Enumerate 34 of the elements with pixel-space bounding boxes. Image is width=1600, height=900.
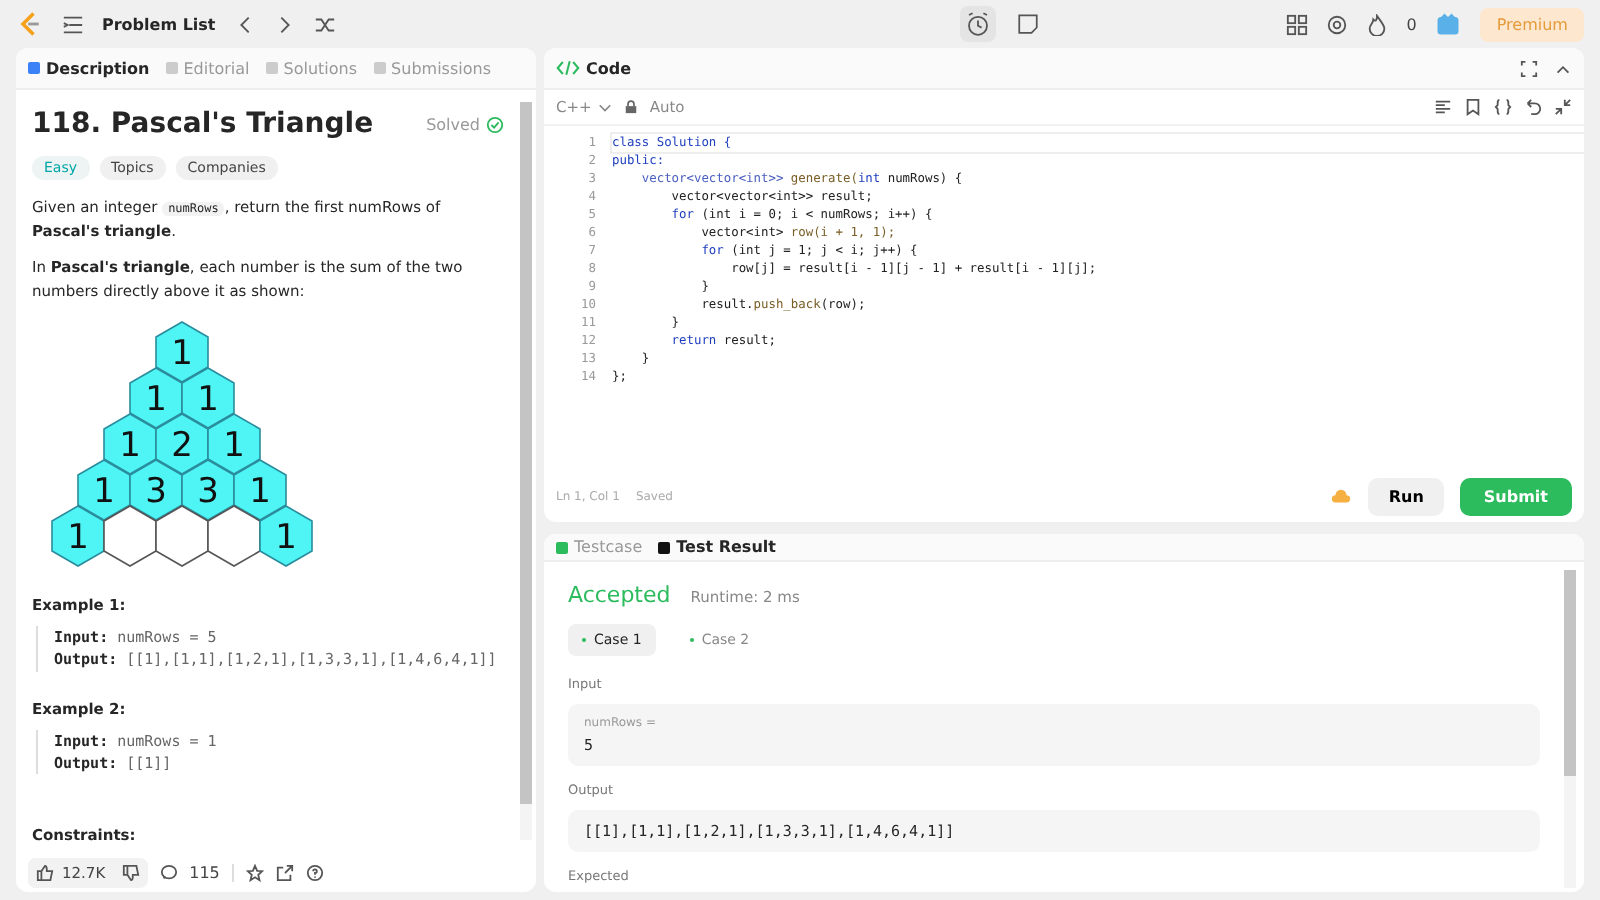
minimize-icon[interactable] — [1554, 98, 1572, 116]
expand-icon[interactable] — [1520, 59, 1538, 77]
help-icon[interactable] — [305, 863, 324, 881]
thumbs-up-icon — [36, 863, 54, 881]
verdict-label: Accepted — [568, 582, 671, 608]
comment-icon[interactable] — [159, 863, 178, 881]
shuffle-icon[interactable] — [313, 13, 336, 35]
pascal-triangle-drawing: 1 1 1 1 2 1 1 3 3 1 1 1 — [44, 316, 320, 568]
problem-list-button[interactable]: Problem List — [102, 15, 216, 33]
problem-title: 118. Pascal's Triangle — [32, 108, 376, 140]
alarm-icon[interactable] — [960, 6, 997, 42]
tab[interactable]: Test Result — [658, 534, 776, 560]
chevron-down-icon — [597, 100, 612, 114]
tab[interactable]: Description — [28, 55, 150, 81]
check-circle-icon — [486, 115, 504, 133]
thumbs-down-icon[interactable] — [121, 863, 140, 881]
streak-count: 0 — [1406, 15, 1417, 33]
run-button[interactable]: Run — [1368, 477, 1444, 515]
settings-icon[interactable] — [1326, 13, 1349, 35]
list-icon — [62, 13, 84, 35]
lock-icon — [623, 100, 638, 114]
comment-count: 115 — [189, 863, 220, 881]
share-icon[interactable] — [275, 863, 294, 881]
grid-icon[interactable] — [1286, 13, 1309, 35]
undo-icon[interactable] — [1524, 98, 1542, 116]
flame-icon[interactable] — [1366, 13, 1389, 35]
braces-icon[interactable] — [1494, 98, 1512, 116]
star-icon[interactable] — [245, 863, 264, 881]
code-panel-title: Code — [586, 59, 632, 77]
solved-status: Solved — [426, 115, 480, 133]
note-icon[interactable] — [1014, 10, 1043, 38]
format-icon[interactable] — [1434, 98, 1452, 116]
bookmark-icon[interactable] — [1464, 98, 1482, 116]
code-icon — [556, 60, 580, 76]
